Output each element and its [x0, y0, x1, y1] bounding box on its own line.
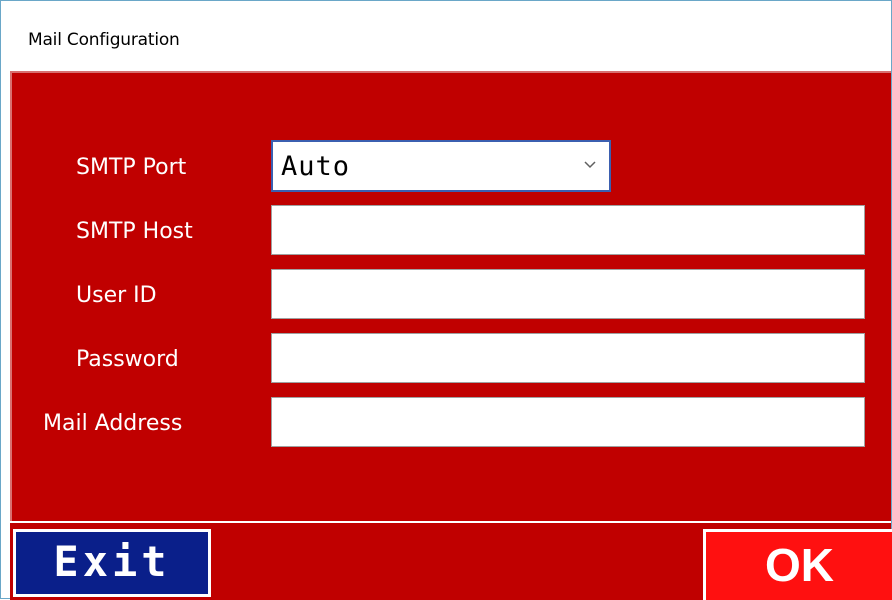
password-label: Password	[76, 347, 179, 372]
smtp-port-select[interactable]: Auto	[271, 140, 611, 192]
window-title: Mail Configuration	[28, 30, 180, 50]
ok-button[interactable]: OK	[703, 529, 892, 600]
mail-configuration-window: Mail Configuration SMTP Port Auto SMTP H…	[0, 0, 892, 600]
smtp-port-value: Auto	[281, 151, 351, 182]
password-input[interactable]	[271, 333, 865, 383]
user-id-input[interactable]	[271, 269, 865, 319]
user-id-label: User ID	[76, 283, 157, 308]
mail-address-label: Mail Address	[43, 411, 183, 436]
smtp-host-label: SMTP Host	[76, 219, 193, 244]
title-bar: Mail Configuration	[1, 1, 891, 71]
chevron-down-icon[interactable]	[583, 158, 597, 172]
smtp-port-label: SMTP Port	[76, 155, 187, 180]
mail-address-input[interactable]	[271, 397, 865, 447]
exit-button[interactable]: Exit	[13, 529, 211, 597]
smtp-host-input[interactable]	[271, 205, 865, 255]
